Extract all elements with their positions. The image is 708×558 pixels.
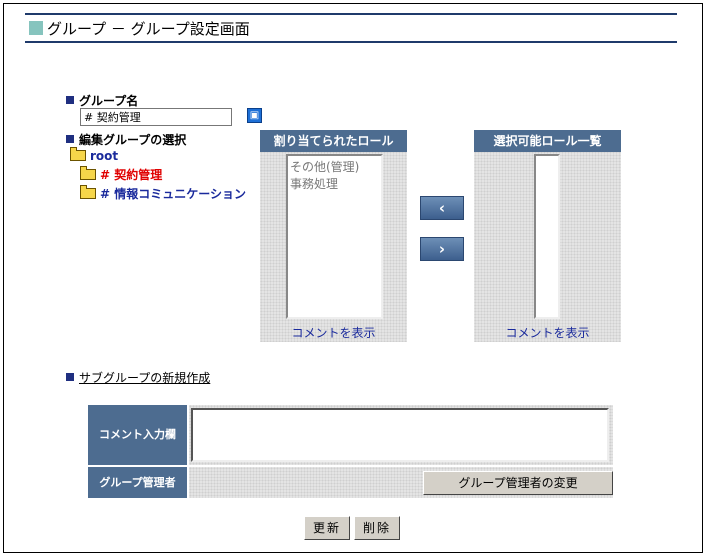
comment-form-table: コメント入力欄 グループ管理者 グループ管理者の変更 [88, 405, 613, 498]
available-roles-header: 選択可能ロール一覧 [474, 130, 621, 152]
group-select-label: 編集グループの選択 [79, 133, 187, 147]
title-square-icon [29, 21, 43, 35]
comment-textarea[interactable] [191, 408, 609, 462]
group-admin-label: グループ管理者 [88, 467, 187, 498]
assigned-show-comment-link[interactable]: コメントを表示 [260, 324, 407, 341]
folder-open-icon [80, 166, 96, 180]
save-icon[interactable]: ▣ [247, 108, 262, 123]
available-roles-panel: 選択可能ロール一覧 コメントを表示 [474, 130, 621, 342]
group-name-label: グループ名 [79, 94, 139, 108]
group-select-heading: 編集グループの選択 [66, 131, 186, 148]
tree-item-contract[interactable]: # 契約管理 [80, 166, 162, 183]
chevron-left-icon: ‹ [438, 199, 446, 217]
folder-open-icon [80, 185, 96, 199]
assigned-roles-header: 割り当てられたロール [260, 130, 407, 152]
update-button[interactable]: 更新 [304, 516, 350, 540]
tree-item-label: # 情報コミュニケーション [100, 187, 246, 201]
new-subgroup-link[interactable]: サブグループの新規作成 [79, 371, 210, 385]
delete-button[interactable]: 削除 [354, 516, 400, 540]
change-admin-button[interactable]: グループ管理者の変更 [423, 471, 613, 495]
comment-cell [189, 405, 613, 465]
add-role-button[interactable]: ‹ [420, 196, 464, 220]
new-subgroup-row: サブグループの新規作成 [66, 369, 210, 386]
folder-open-icon [70, 147, 86, 161]
tree-item-info-communication[interactable]: # 情報コミュニケーション [80, 185, 246, 202]
bullet-square-icon [66, 373, 74, 381]
remove-role-button[interactable]: › [420, 237, 464, 261]
group-name-input[interactable] [80, 108, 232, 126]
tree-item-root[interactable]: root [70, 147, 119, 163]
tree-item-label: # 契約管理 [100, 168, 163, 182]
list-item[interactable]: その他(管理) [290, 158, 379, 175]
bullet-square-icon [66, 135, 74, 143]
assigned-roles-list[interactable]: その他(管理) 事務処理 [286, 154, 383, 319]
available-show-comment-link[interactable]: コメントを表示 [474, 324, 621, 341]
title-bar: グループ － グループ設定画面 [25, 13, 677, 43]
bullet-square-icon [66, 96, 74, 104]
available-roles-list[interactable] [534, 154, 560, 319]
tree-item-label: root [90, 149, 119, 163]
group-name-heading: グループ名 [66, 92, 138, 109]
group-admin-cell: グループ管理者の変更 [189, 467, 613, 498]
chevron-right-icon: › [438, 240, 446, 258]
list-item[interactable]: 事務処理 [290, 175, 379, 192]
assigned-roles-panel: 割り当てられたロール その他(管理) 事務処理 コメントを表示 [260, 130, 407, 342]
comment-label: コメント入力欄 [88, 405, 187, 465]
page-title: グループ － グループ設定画面 [47, 20, 250, 38]
